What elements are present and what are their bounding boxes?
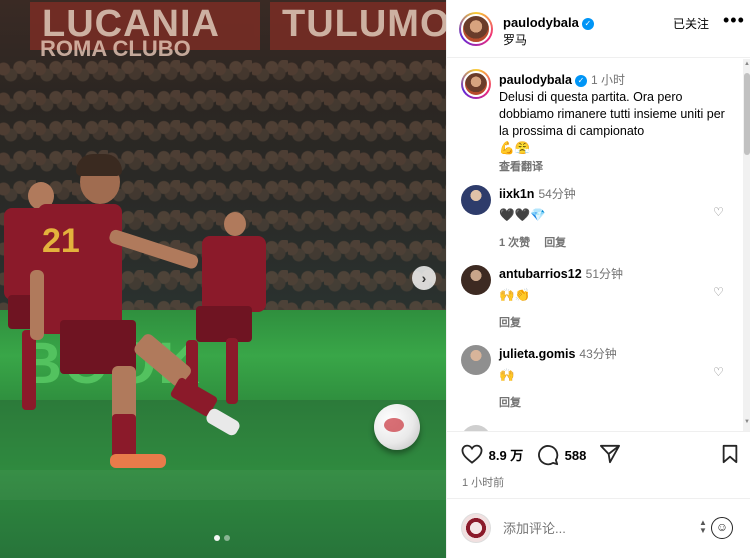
verified-badge-icon: ✓ xyxy=(574,75,587,87)
banner-left-subtext: ROMA CLUBO xyxy=(40,36,191,61)
reply-button[interactable]: 回复 xyxy=(544,237,566,249)
comment-likes[interactable]: 1 次赞 xyxy=(499,237,530,249)
caption-time: 1 小时 xyxy=(590,73,625,87)
more-horizontal-icon[interactable]: ••• xyxy=(723,10,745,31)
avatar[interactable] xyxy=(461,265,491,295)
comment-text: 🙌 xyxy=(499,368,515,382)
caption-emojis: 💪😤 xyxy=(499,141,531,155)
banner-right-text: TULUMO xyxy=(282,3,446,45)
scroll-down-icon[interactable]: ▼ xyxy=(743,419,750,425)
avatar[interactable] xyxy=(461,345,491,375)
heart-icon[interactable] xyxy=(461,444,483,464)
add-comment-bar: ▲▼ ☺ xyxy=(447,498,750,558)
stadium-banner-right: TULUMO xyxy=(270,2,446,50)
avatar[interactable] xyxy=(461,513,491,543)
post-location[interactable]: 罗马 xyxy=(503,31,527,48)
share-action[interactable] xyxy=(599,444,621,464)
avatar[interactable] xyxy=(461,185,491,215)
comment-time: 43分钟 xyxy=(579,347,617,361)
share-icon[interactable] xyxy=(599,444,621,464)
comment-username[interactable]: julieta.gomis xyxy=(499,347,575,361)
heart-icon[interactable]: ♡ xyxy=(713,205,725,219)
post-photo[interactable]: LUCANIA ROMA CLUBO TULUMO BOOK 21 xyxy=(0,0,446,558)
carousel-dot[interactable] xyxy=(214,535,220,541)
save-action[interactable] xyxy=(721,444,739,464)
pitch-stripe xyxy=(0,470,446,500)
comment-time: 51分钟 xyxy=(585,267,624,281)
like-action[interactable]: 8.9 万 xyxy=(461,444,523,464)
add-comment-input[interactable] xyxy=(503,521,693,536)
comment-icon[interactable] xyxy=(537,444,559,466)
comments-scrollbar[interactable]: ▲ ▼ xyxy=(743,59,750,431)
following-button[interactable]: 已关注 xyxy=(673,15,709,32)
post-time: 1 小时前 xyxy=(462,477,505,489)
reply-button[interactable]: 回复 xyxy=(499,397,521,409)
comment-action[interactable]: 588 xyxy=(537,444,586,466)
heart-icon[interactable]: ♡ xyxy=(713,365,725,379)
comments-list: paulodybala ✓ 1 小时 Delusi di questa partit… xyxy=(447,59,743,431)
scroll-thumb[interactable] xyxy=(744,73,750,155)
translate-link[interactable]: 查看翻译 xyxy=(499,158,731,174)
heart-icon[interactable]: ♡ xyxy=(713,285,725,299)
post-action-bar: 8.9 万 588 1 小时前 xyxy=(447,431,750,491)
post-header: paulodybala ✓ 罗马 已关注 ••• xyxy=(447,0,750,58)
comment-text: 🖤🖤💎 xyxy=(499,208,546,222)
carousel-dot[interactable] xyxy=(224,535,230,541)
header-username[interactable]: paulodybala xyxy=(503,15,579,30)
caption-text: Delusi di questa partita. Ora pero dobbi… xyxy=(499,90,725,138)
comment-username[interactable]: iixk1n xyxy=(499,187,534,201)
shirt-number: 21 xyxy=(42,222,80,260)
avatar[interactable] xyxy=(459,12,493,46)
emoji-icon[interactable]: ☺ xyxy=(711,517,733,539)
carousel-dots xyxy=(214,535,230,541)
scroll-up-icon[interactable]: ▲ xyxy=(743,61,750,67)
bookmark-icon[interactable] xyxy=(721,444,739,464)
avatar[interactable] xyxy=(461,69,491,99)
post-side-panel: paulodybala ✓ 罗马 已关注 ••• paulodybala ✓ 1 小时… xyxy=(446,0,750,558)
comment-username[interactable]: antubarrios12 xyxy=(499,267,582,281)
verified-badge-icon: ✓ xyxy=(581,18,594,30)
spinner-icon[interactable]: ▲ ▼ xyxy=(699,519,707,535)
reply-button[interactable]: 回复 xyxy=(499,317,521,329)
comment-text: 🙌👏 xyxy=(499,288,531,302)
chevron-right-icon[interactable]: › xyxy=(412,266,436,290)
football xyxy=(374,404,420,450)
comments-count: 588 xyxy=(564,447,587,463)
likes-count: 8.9 万 xyxy=(488,447,524,463)
caption-username[interactable]: paulodybala xyxy=(499,73,572,87)
header-username-row: paulodybala ✓ xyxy=(503,14,594,32)
comment-time: 54分钟 xyxy=(538,187,576,201)
